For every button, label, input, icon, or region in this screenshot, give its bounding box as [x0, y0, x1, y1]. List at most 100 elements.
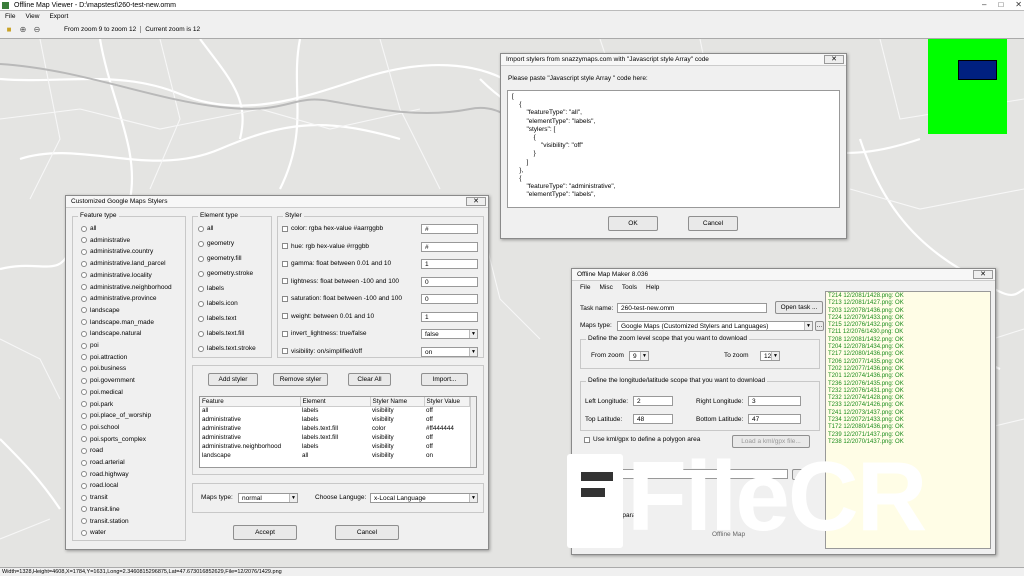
- radio-icon[interactable]: [198, 315, 204, 322]
- feature-type-administrative-land-parcel[interactable]: administrative.land_parcel: [81, 260, 166, 267]
- radio-icon[interactable]: [81, 365, 87, 372]
- styler-row-1[interactable]: hue: rgb hex-value #rrggbb: [282, 243, 369, 250]
- table-row[interactable]: landscape all visibility on: [200, 451, 470, 460]
- feature-type-poi[interactable]: poi: [81, 342, 99, 349]
- maker-maps-type-select[interactable]: Google Maps (Customized Stylers and Lang…: [617, 321, 813, 331]
- feature-type-poi-attraction[interactable]: poi.attraction: [81, 354, 127, 361]
- menu-export[interactable]: Export: [49, 13, 68, 20]
- chevron-down-icon[interactable]: ▼: [804, 322, 812, 330]
- col-element[interactable]: Element: [300, 397, 371, 407]
- radio-icon[interactable]: [81, 401, 87, 407]
- radio-icon[interactable]: [81, 389, 87, 396]
- feature-type-transit[interactable]: transit: [81, 494, 108, 501]
- feature-type-poi-medical[interactable]: poi.medical: [81, 389, 123, 396]
- feature-type-road-highway[interactable]: road.highway: [81, 471, 129, 478]
- feature-type-landscape-natural[interactable]: landscape.natural: [81, 330, 141, 337]
- radio-icon[interactable]: [81, 459, 87, 466]
- zoom-in-icon[interactable]: ⊕: [18, 25, 28, 35]
- styler-row-4[interactable]: saturation: float between -100 and 100: [282, 295, 402, 302]
- styler-row-5[interactable]: weight: between 0.01 and 10: [282, 313, 374, 320]
- radio-icon[interactable]: [81, 529, 87, 536]
- clear-all-button[interactable]: Clear All: [348, 373, 391, 386]
- styler-checkbox[interactable]: [282, 225, 288, 232]
- styler-value-input[interactable]: 0: [421, 294, 478, 304]
- feature-type-poi-school[interactable]: poi.school: [81, 424, 119, 431]
- styler-row-2[interactable]: gamma: float between 0.01 and 10: [282, 260, 391, 267]
- feature-type-administrative-locality[interactable]: administrative.locality: [81, 272, 152, 279]
- feature-type-road-arterial[interactable]: road.arterial: [81, 459, 125, 466]
- element-type-geometry-stroke[interactable]: geometry.stroke: [198, 270, 253, 277]
- radio-icon[interactable]: [81, 330, 87, 337]
- menu-file[interactable]: File: [580, 284, 590, 291]
- element-type-labels-text[interactable]: labels.text: [198, 315, 236, 322]
- feature-type-poi-government[interactable]: poi.government: [81, 377, 135, 384]
- radio-icon[interactable]: [81, 412, 87, 419]
- menu-misc[interactable]: Misc: [599, 284, 612, 291]
- open-task-button[interactable]: Open task ...: [775, 301, 823, 314]
- styler-checkbox[interactable]: [282, 278, 288, 284]
- chevron-down-icon[interactable]: ▼: [469, 347, 477, 356]
- maps-type-select[interactable]: normal ▼: [238, 493, 298, 503]
- left-longitude-input[interactable]: 2: [633, 396, 673, 406]
- element-type-labels-icon[interactable]: labels.icon: [198, 300, 238, 307]
- radio-icon[interactable]: [198, 255, 204, 262]
- radio-icon[interactable]: [198, 330, 204, 337]
- table-row[interactable]: all labels visibility off: [200, 406, 470, 415]
- element-type-geometry-fill[interactable]: geometry.fill: [198, 255, 242, 262]
- radio-icon[interactable]: [198, 285, 204, 292]
- table-scrollbar[interactable]: [470, 397, 476, 467]
- radio-icon[interactable]: [81, 260, 87, 267]
- radio-icon[interactable]: [81, 319, 87, 326]
- radio-icon[interactable]: [81, 518, 87, 524]
- radio-icon[interactable]: [81, 342, 87, 349]
- styler-row-7[interactable]: visibility: on/simplified/off: [282, 348, 362, 355]
- radio-icon[interactable]: [81, 506, 87, 513]
- feature-type-water[interactable]: water: [81, 529, 106, 536]
- styler-value-select[interactable]: on ▼: [421, 346, 478, 357]
- add-styler-button[interactable]: Add styler: [208, 373, 258, 386]
- minimap[interactable]: [928, 39, 1007, 134]
- to-zoom-select[interactable]: 12 ▼: [760, 351, 780, 361]
- right-longitude-input[interactable]: 3: [748, 396, 801, 406]
- radio-icon[interactable]: [81, 307, 87, 314]
- code-textarea[interactable]: [ { "featureType": "all", "elementType":…: [507, 90, 840, 208]
- table-row[interactable]: administrative.neighborhood labels visibil…: [200, 442, 470, 451]
- task-name-input[interactable]: 260-test-new.omm: [617, 303, 767, 313]
- feature-type-road[interactable]: road: [81, 447, 103, 454]
- styler-row-0[interactable]: color: rgba hex-value #aarrggbb: [282, 225, 383, 232]
- chevron-down-icon[interactable]: ▼: [771, 352, 779, 360]
- styler-row-6[interactable]: invert_lightness: true/false: [282, 330, 367, 337]
- feature-type-administrative-country[interactable]: administrative.country: [81, 248, 153, 255]
- col-styler-value[interactable]: Styler Value: [424, 397, 470, 407]
- styler-value-input[interactable]: 0: [421, 276, 478, 287]
- feature-type-road-local[interactable]: road.local: [81, 482, 118, 489]
- table-row[interactable]: administrative labels visibility off: [200, 415, 470, 424]
- feature-type-landscape[interactable]: landscape: [81, 307, 120, 314]
- chevron-down-icon[interactable]: ▼: [469, 330, 477, 338]
- maximize-icon[interactable]: □: [998, 0, 1003, 9]
- feature-type-transit-line[interactable]: transit.line: [81, 506, 120, 513]
- element-type-labels-text-stroke[interactable]: labels.text.stroke: [198, 345, 256, 352]
- kml-checkbox[interactable]: [584, 436, 590, 443]
- element-type-labels[interactable]: labels: [198, 285, 224, 292]
- styler-checkbox[interactable]: [282, 295, 288, 302]
- element-type-labels-text-fill[interactable]: labels.text.fill: [198, 330, 244, 337]
- table-row[interactable]: administrative labels.text.fill color #ff44…: [200, 424, 470, 433]
- close-icon[interactable]: ✕: [824, 55, 844, 64]
- radio-icon[interactable]: [198, 345, 204, 352]
- styler-table-container[interactable]: Feature Element Styler Name Styler Value…: [199, 396, 477, 468]
- radio-icon[interactable]: [81, 225, 87, 232]
- styler-checkbox[interactable]: [282, 243, 288, 249]
- radio-icon[interactable]: [81, 237, 87, 244]
- radio-icon[interactable]: [81, 494, 87, 501]
- styler-row-3[interactable]: lightness: float between -100 and 100: [282, 278, 399, 285]
- import-button[interactable]: Import...: [421, 373, 468, 386]
- folder-open-icon[interactable]: ■: [4, 25, 14, 35]
- feature-type-administrative[interactable]: administrative: [81, 237, 130, 244]
- styler-checkbox[interactable]: [282, 313, 288, 319]
- menu-file[interactable]: File: [5, 13, 15, 20]
- from-zoom-select[interactable]: 9 ▼: [629, 351, 649, 361]
- radio-icon[interactable]: [81, 482, 87, 489]
- styler-value-select[interactable]: false ▼: [421, 329, 478, 339]
- radio-icon[interactable]: [198, 300, 204, 307]
